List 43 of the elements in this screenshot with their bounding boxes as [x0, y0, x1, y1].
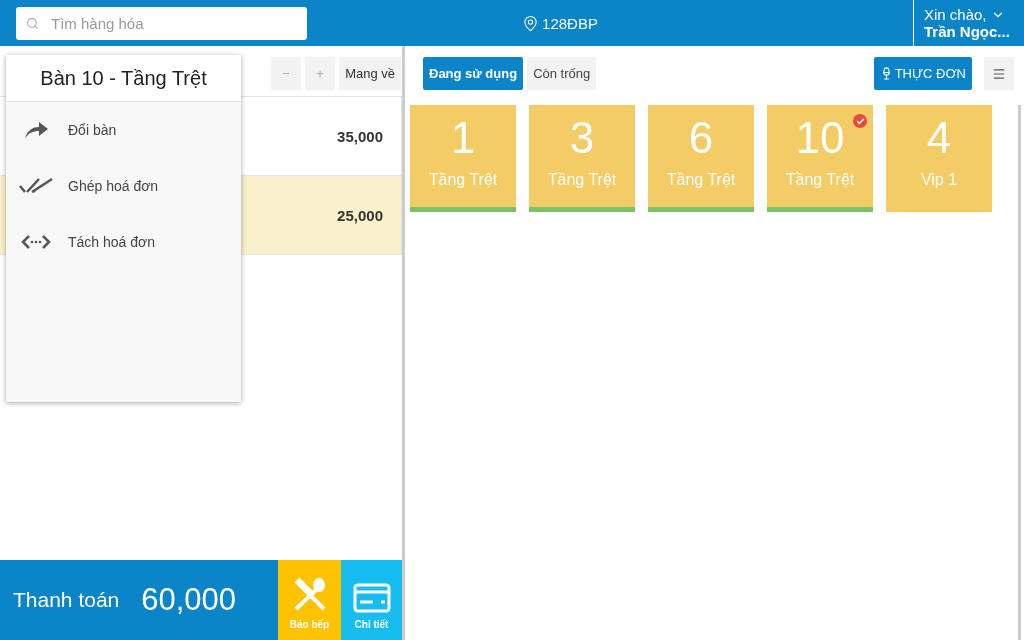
user-name: Trần Ngọc... — [924, 23, 1011, 40]
item-price: 25,000 — [337, 206, 383, 224]
filter-tab[interactable]: Đang sử dụng — [423, 57, 524, 90]
total-amount: 60,000 — [141, 582, 237, 618]
split-arrows-icon — [21, 234, 51, 250]
menu-item[interactable]: Đổi bàn — [6, 102, 241, 158]
greeting: Xin chào, — [924, 6, 987, 23]
toolbar-button[interactable]: − — [271, 57, 302, 90]
search-icon — [26, 16, 39, 30]
table-area: Tầng Trệt — [428, 171, 498, 189]
filter-tab[interactable]: Còn trống — [527, 57, 597, 90]
table-number: 1 — [450, 113, 476, 163]
menu-title: Bàn 10 - Tầng Trệt — [6, 55, 241, 102]
table-tile[interactable]: 3 Tầng Trệt — [529, 105, 635, 212]
table-number: 6 — [688, 113, 714, 163]
search-field[interactable]: Tìm hàng hóa — [16, 6, 307, 40]
curved-arrow-icon — [23, 120, 49, 140]
toolbar-button[interactable]: + — [305, 57, 336, 90]
item-price: 35,000 — [337, 127, 383, 145]
location-pin-icon — [522, 14, 540, 32]
table-number: 4 — [926, 113, 952, 163]
toolbar-button[interactable]: Mang về — [339, 57, 401, 90]
table-area: Vip 1 — [920, 171, 958, 189]
menu-item[interactable]: Tách hoá đơn — [6, 214, 241, 270]
table-tile[interactable]: 4 Vip 1 — [886, 105, 992, 212]
table-number: 10 — [795, 113, 845, 163]
table-tile[interactable]: 1 Tầng Trệt — [410, 105, 516, 212]
table-area: Tầng Trệt — [547, 171, 617, 189]
table-number: 3 — [569, 113, 595, 163]
store-location: 128ĐBP — [542, 14, 598, 32]
payment-bar[interactable]: Thanh toán 60,000 — [0, 560, 278, 640]
card-icon — [352, 583, 391, 613]
table-tile[interactable]: 6 Tầng Trệt — [648, 105, 754, 212]
details-button[interactable]: Chi tiết — [341, 560, 402, 640]
payment-label: Thanh toán — [13, 588, 120, 612]
table-area: Tầng Trệt — [666, 171, 736, 189]
table-tile[interactable]: 10 Tầng Trệt — [767, 105, 873, 212]
table-area: Tầng Trệt — [785, 171, 855, 189]
menu-item[interactable]: Ghép hoá đơn — [6, 158, 241, 214]
menu-icon[interactable] — [984, 57, 1014, 90]
menu-button[interactable]: THỰC ĐƠN — [873, 57, 972, 90]
kitchen-button[interactable]: Báo bếp — [278, 560, 341, 640]
double-check-icon — [19, 177, 53, 195]
